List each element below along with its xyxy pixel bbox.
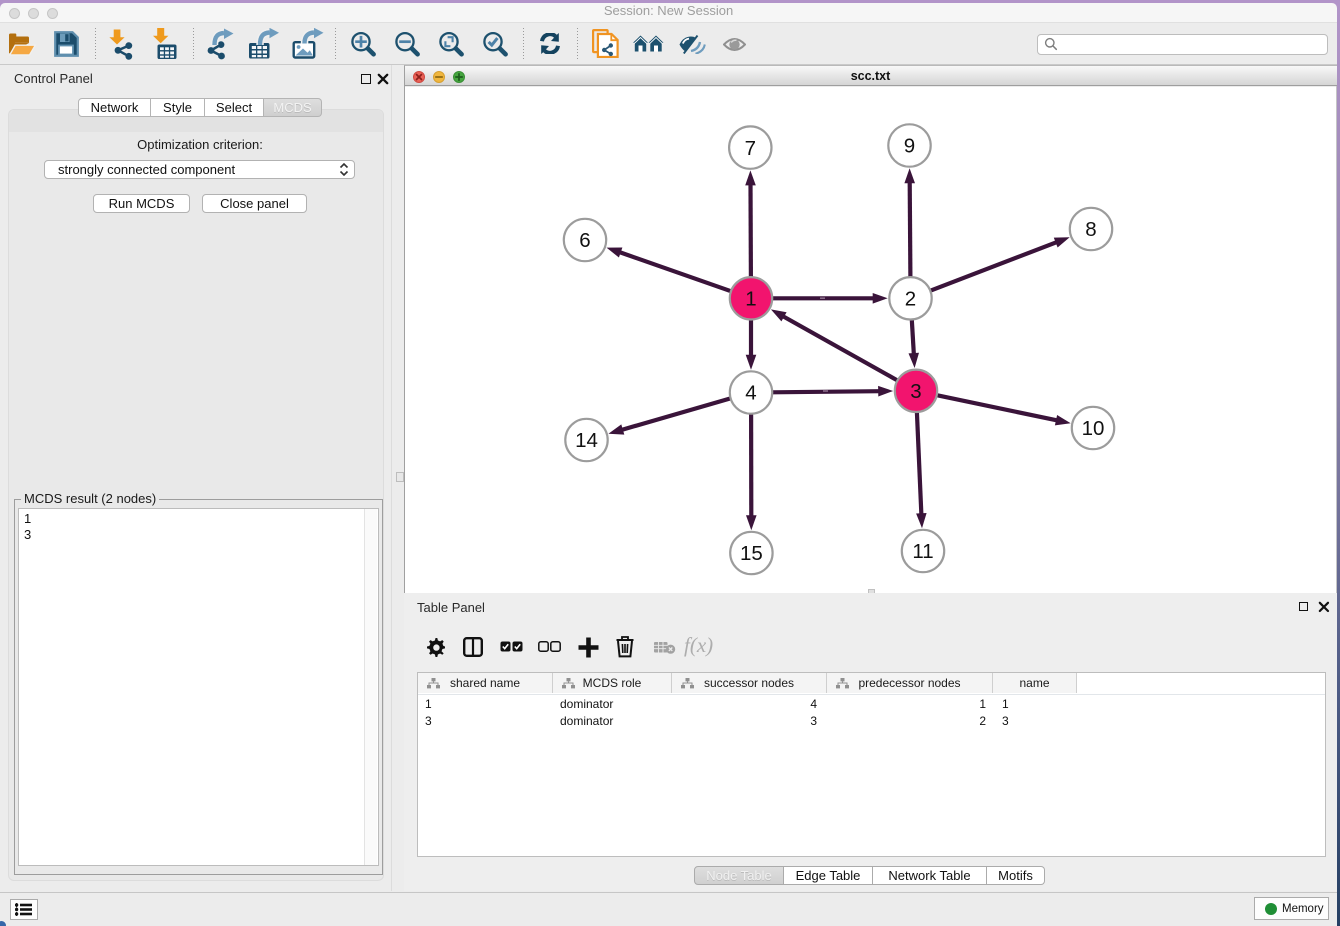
svg-text:6: 6 [579, 229, 590, 252]
svg-text:14: 14 [575, 429, 598, 452]
svg-text:2: 2 [905, 288, 916, 311]
svg-text:9: 9 [904, 135, 915, 158]
svg-text:8: 8 [1085, 218, 1096, 241]
svg-text:11: 11 [912, 540, 933, 563]
svg-text:10: 10 [1082, 417, 1105, 440]
svg-text:4: 4 [745, 382, 756, 405]
svg-text:15: 15 [740, 542, 763, 565]
svg-text:1: 1 [745, 288, 756, 311]
svg-text:7: 7 [745, 137, 756, 160]
svg-text:3: 3 [910, 380, 921, 403]
